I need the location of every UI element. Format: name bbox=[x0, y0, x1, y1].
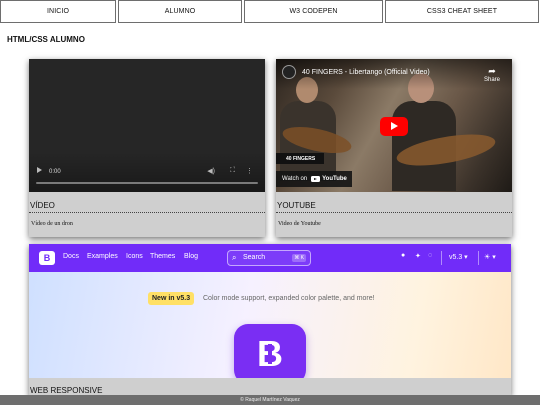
youtube-embed[interactable]: 40 FINGERS - Libertango (Official Video)… bbox=[276, 59, 512, 192]
fullscreen-icon[interactable]: ⛶ bbox=[230, 167, 235, 175]
search-placeholder: Search bbox=[243, 254, 266, 261]
github-icon[interactable]: ● bbox=[401, 252, 405, 259]
top-nav: INICIO ALUMNO W3 CODEPEN CSS3 CHEAT SHEE… bbox=[0, 0, 540, 23]
divider bbox=[29, 212, 265, 213]
video-badge: 40 FINGERS bbox=[276, 153, 324, 164]
more-options-icon[interactable]: ⋮ bbox=[246, 167, 253, 175]
search-icon: ⌕ bbox=[232, 253, 237, 262]
divider bbox=[276, 212, 512, 213]
video-time: 0:00 bbox=[49, 169, 61, 175]
card-description: Video de Youtube bbox=[278, 221, 321, 227]
share-icon: ➦ bbox=[488, 66, 496, 76]
twitter-icon[interactable]: ✦ bbox=[415, 252, 421, 260]
theme-toggle[interactable]: ☀ ▾ bbox=[484, 253, 496, 261]
channel-avatar[interactable] bbox=[282, 65, 296, 79]
watch-on-label: Watch on bbox=[282, 176, 308, 182]
volume-icon[interactable]: ◀) bbox=[207, 167, 215, 175]
nav-link-blog[interactable]: Blog bbox=[184, 253, 198, 260]
site-navbar: B Docs Examples Icons Themes Blog ⌕ Sear… bbox=[29, 244, 511, 272]
share-button[interactable]: ➦ Share bbox=[482, 66, 502, 83]
nav-link-icons[interactable]: Icons bbox=[126, 253, 143, 260]
card-title: VÍDEO bbox=[30, 201, 55, 210]
version-dropdown[interactable]: v5.3 ▾ bbox=[449, 253, 468, 261]
nav-w3-codepen[interactable]: W3 CODEPEN bbox=[244, 0, 383, 23]
hero-badge[interactable]: New in v5.3 bbox=[148, 292, 195, 305]
opencollective-icon[interactable]: ◌ bbox=[428, 252, 432, 259]
version-label: v5.3 bbox=[449, 254, 463, 261]
youtube-wordmark: YouTube bbox=[322, 176, 347, 182]
nav-link-themes[interactable]: Themes bbox=[150, 253, 175, 260]
youtube-play-button[interactable] bbox=[380, 117, 408, 136]
search-input[interactable]: ⌕ Search ⌘ K bbox=[227, 250, 311, 266]
page-footer: © Raquel Martínez Vaquez bbox=[0, 395, 540, 405]
bootstrap-logo-icon[interactable]: B bbox=[39, 251, 55, 265]
nav-link-docs[interactable]: Docs bbox=[63, 253, 79, 260]
nav-alumno[interactable]: ALUMNO bbox=[118, 0, 242, 23]
play-icon[interactable] bbox=[37, 167, 42, 173]
navbar-divider bbox=[441, 251, 442, 265]
youtube-card: 40 FINGERS - Libertango (Official Video)… bbox=[276, 59, 512, 237]
bootstrap-hero-logo-icon: B bbox=[234, 324, 306, 378]
share-label: Share bbox=[483, 77, 500, 83]
page-title: HTML/CSS ALUMNO bbox=[7, 35, 85, 44]
site-hero: New in v5.3 Color mode support, expanded… bbox=[29, 272, 511, 378]
web-responsive-card: B Docs Examples Icons Themes Blog ⌕ Sear… bbox=[29, 244, 511, 396]
hero-announcement[interactable]: Color mode support, expanded color palet… bbox=[203, 295, 375, 302]
youtube-logo-icon bbox=[311, 176, 321, 182]
watch-on-youtube-button[interactable]: Watch on YouTube bbox=[276, 171, 352, 187]
card-title: YOUTUBE bbox=[277, 201, 316, 210]
card-description: Vídeo de un dron bbox=[31, 221, 73, 227]
card-title: WEB RESPONSIVE bbox=[30, 386, 103, 395]
navbar-divider bbox=[478, 251, 479, 265]
nav-link-examples[interactable]: Examples bbox=[87, 253, 118, 260]
video-card: 0:00 ◀) ⛶ ⋮ VÍDEO Vídeo de un dron bbox=[29, 59, 265, 237]
video-player[interactable]: 0:00 ◀) ⛶ ⋮ bbox=[29, 59, 265, 192]
website-preview[interactable]: B Docs Examples Icons Themes Blog ⌕ Sear… bbox=[29, 244, 511, 378]
nav-css3-cheat-sheet[interactable]: CSS3 CHEAT SHEET bbox=[385, 0, 539, 23]
youtube-video-title[interactable]: 40 FINGERS - Libertango (Official Video) bbox=[302, 69, 430, 76]
nav-inicio[interactable]: INICIO bbox=[0, 0, 116, 23]
search-shortcut: ⌘ K bbox=[292, 254, 306, 262]
video-progress-track[interactable] bbox=[36, 182, 258, 184]
